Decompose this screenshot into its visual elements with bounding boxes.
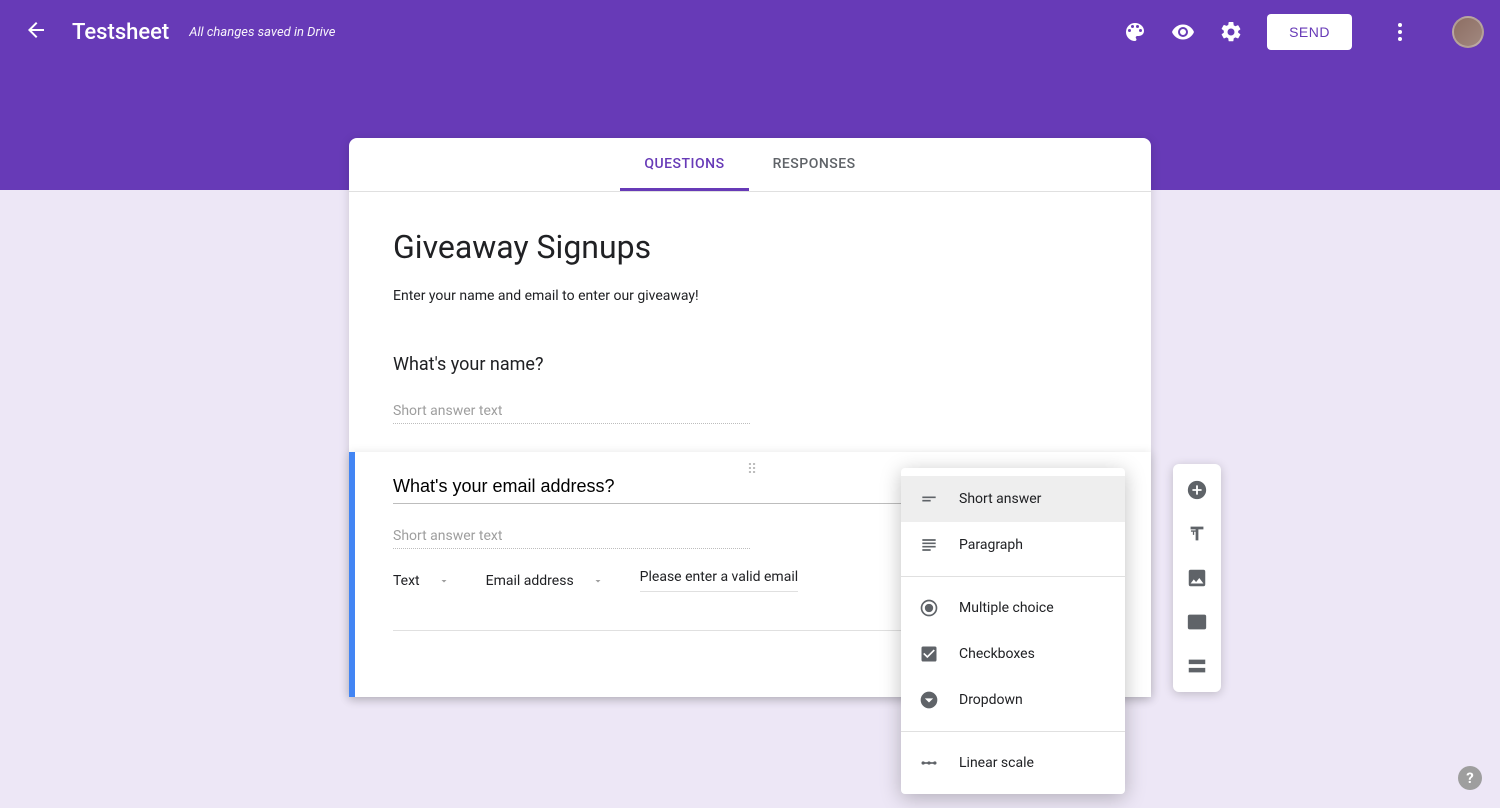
radio-icon (919, 598, 939, 618)
checkbox-icon (919, 644, 939, 664)
validation-type-dropdown[interactable]: Text (393, 573, 450, 589)
account-avatar[interactable] (1452, 16, 1484, 48)
preview-icon[interactable] (1171, 20, 1195, 44)
form-title[interactable]: Giveaway Signups (393, 228, 1107, 266)
menu-item-checkboxes[interactable]: Checkboxes (901, 631, 1125, 677)
question-block[interactable]: What's your name? Short answer text (349, 332, 1151, 452)
menu-item-multiple-choice[interactable]: Multiple choice (901, 585, 1125, 631)
validation-error-text[interactable]: Please enter a valid email (640, 569, 798, 592)
form-description[interactable]: Enter your name and email to enter our g… (393, 288, 1107, 304)
menu-label: Paragraph (959, 537, 1023, 553)
add-video-icon[interactable] (1185, 610, 1209, 634)
back-icon[interactable] (24, 18, 48, 46)
add-section-icon[interactable] (1185, 654, 1209, 678)
menu-divider (901, 731, 1125, 732)
header-actions: SEND (1123, 14, 1484, 50)
question-type-menu: Short answer Paragraph Multiple choice C… (901, 468, 1125, 794)
tab-questions[interactable]: QUESTIONS (620, 138, 748, 191)
form-header-block[interactable]: Giveaway Signups Enter your name and ema… (349, 192, 1151, 332)
linear-scale-icon (919, 753, 939, 773)
settings-icon[interactable] (1219, 20, 1243, 44)
validation-subtype-label: Email address (486, 573, 574, 589)
chevron-down-icon (438, 575, 450, 587)
help-button[interactable]: ? (1458, 766, 1482, 790)
topbar: Testsheet All changes saved in Drive SEN… (0, 0, 1500, 64)
menu-label: Checkboxes (959, 646, 1035, 662)
add-question-icon[interactable] (1185, 478, 1209, 502)
menu-label: Multiple choice (959, 600, 1054, 616)
validation-type-label: Text (393, 573, 420, 589)
document-title[interactable]: Testsheet (72, 20, 169, 45)
menu-label: Short answer (959, 491, 1041, 507)
drag-handle-icon[interactable] (747, 462, 759, 478)
menu-item-paragraph[interactable]: Paragraph (901, 522, 1125, 568)
tabs: QUESTIONS RESPONSES (349, 138, 1151, 192)
menu-item-short-answer[interactable]: Short answer (901, 476, 1125, 522)
menu-label: Dropdown (959, 692, 1023, 708)
add-title-icon[interactable] (1185, 522, 1209, 546)
send-button[interactable]: SEND (1267, 14, 1352, 50)
short-answer-icon (919, 489, 939, 509)
paragraph-icon (919, 535, 939, 555)
question-title[interactable]: What's your name? (393, 354, 1107, 375)
tab-responses[interactable]: RESPONSES (749, 138, 880, 191)
chevron-down-icon (592, 575, 604, 587)
validation-subtype-dropdown[interactable]: Email address (486, 573, 604, 589)
menu-divider (901, 576, 1125, 577)
palette-icon[interactable] (1123, 20, 1147, 44)
side-toolbar (1173, 464, 1221, 692)
more-menu-icon[interactable] (1388, 20, 1412, 44)
short-answer-placeholder: Short answer text (393, 528, 750, 549)
menu-item-linear-scale[interactable]: Linear scale (901, 740, 1125, 786)
menu-label: Linear scale (959, 755, 1034, 771)
add-image-icon[interactable] (1185, 566, 1209, 590)
save-status: All changes saved in Drive (189, 25, 335, 40)
dropdown-icon (919, 690, 939, 710)
short-answer-placeholder: Short answer text (393, 403, 750, 424)
menu-item-dropdown[interactable]: Dropdown (901, 677, 1125, 723)
